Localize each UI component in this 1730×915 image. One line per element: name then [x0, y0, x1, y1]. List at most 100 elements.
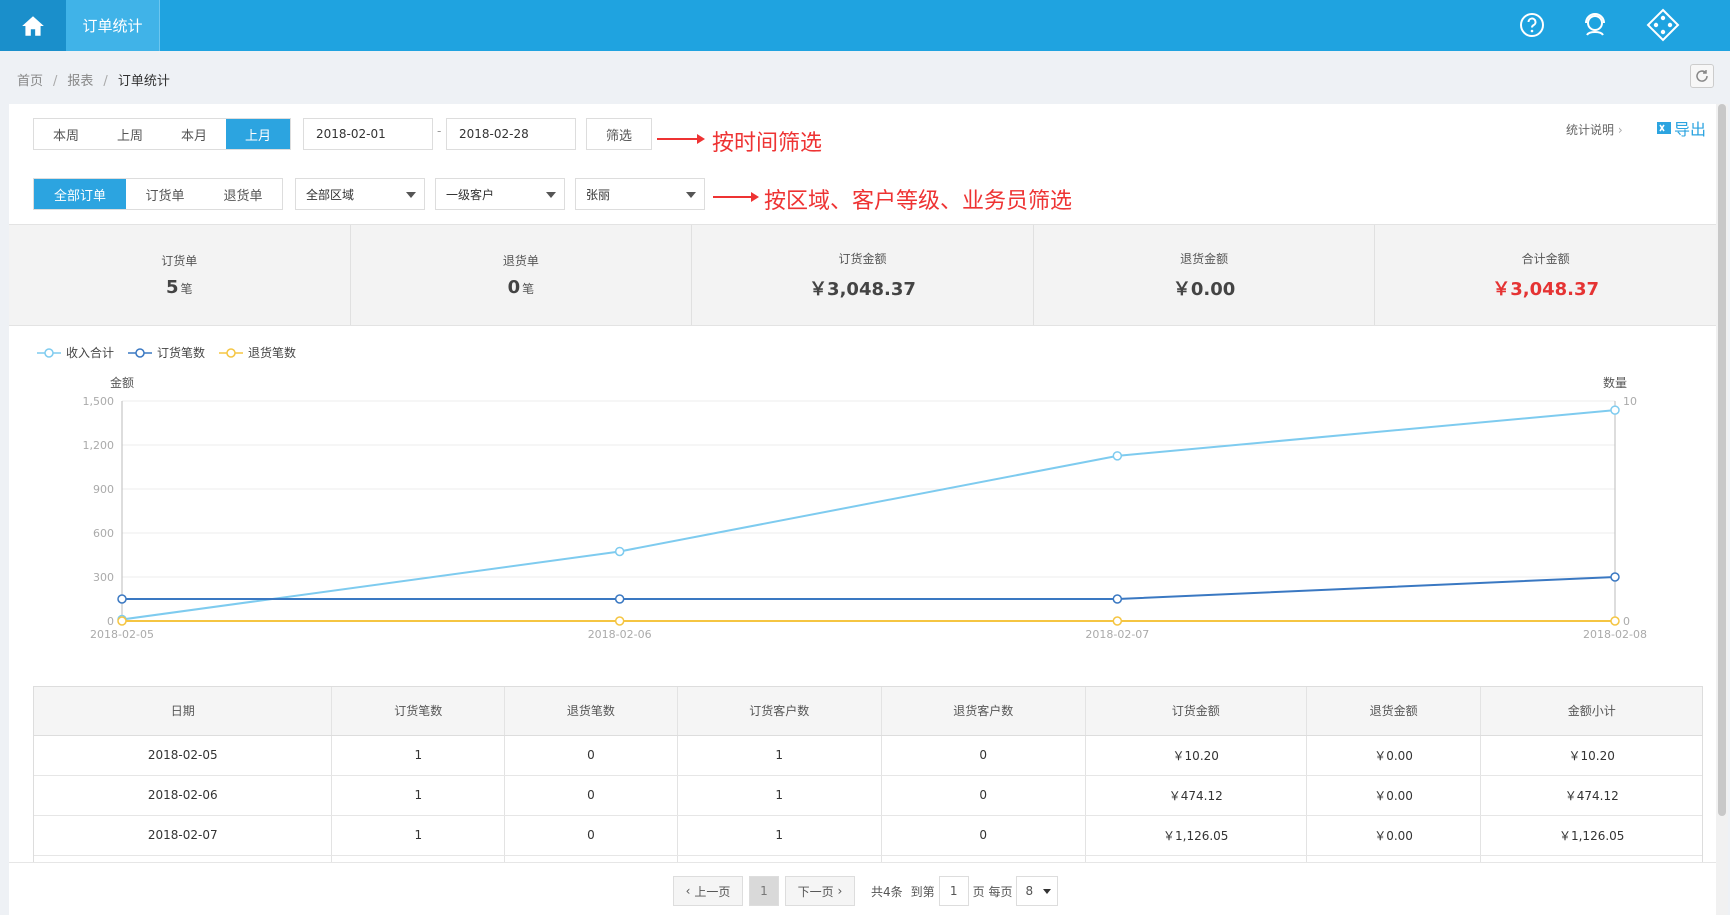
customer-level-select[interactable]: 一级客户 [435, 178, 565, 210]
tab-this-month[interactable]: 本月 [162, 119, 226, 149]
summary-total-amount: 合计金额 ￥3,048.37 [1375, 225, 1716, 325]
table-cell [677, 855, 882, 862]
table-cell: 1 [331, 735, 506, 776]
y-tick-label: 300 [93, 571, 114, 584]
table-cell: 0 [881, 815, 1086, 856]
start-date-input[interactable]: 2018-02-01 [303, 118, 433, 150]
data-point [117, 616, 127, 626]
summary-label: 订货单 [161, 254, 198, 268]
x-tick-label: 2018-02-05 [90, 628, 154, 641]
tab-this-week[interactable]: 本周 [34, 119, 98, 149]
tab-purchase-orders[interactable]: 订货单 [126, 179, 204, 209]
summary-value: ￥0.00 [1172, 278, 1236, 300]
prev-page-button[interactable]: ‹ 上一页 [673, 876, 743, 906]
goto-page-input[interactable]: 1 [938, 876, 969, 906]
refresh-button[interactable] [1690, 64, 1714, 88]
end-date-input[interactable]: 2018-02-28 [446, 118, 576, 150]
statistics-help-link[interactable]: 统计说明 › [1566, 121, 1623, 138]
table-cell [881, 855, 1086, 862]
legend-item[interactable]: 订货笔数 [128, 344, 205, 361]
breadcrumb-current: 订单统计 [117, 74, 170, 89]
scrollbar-thumb[interactable] [1718, 104, 1726, 816]
apps-button[interactable] [1645, 7, 1681, 43]
table-cell: ￥0.00 [1306, 735, 1482, 776]
y2-tick-label: 10 [1623, 395, 1637, 408]
goto-suffix: 页 每页 [972, 884, 1013, 899]
table-cell: 1 [677, 775, 882, 816]
prev-page-label: 上一页 [694, 884, 731, 899]
annotation-arrow [657, 134, 705, 144]
data-point [614, 616, 625, 626]
column-header: 订货笔数 [331, 687, 506, 736]
table-row [34, 855, 1702, 862]
annotation-region-filter: 按区域、客户等级、业务员筛选 [764, 189, 1073, 214]
table-cell: ￥10.20 [1085, 735, 1307, 776]
chevron-right-icon: › [837, 884, 843, 898]
top-navigation-bar: 订单统计 [0, 0, 1730, 51]
chevron-right-icon: › [1617, 123, 1623, 137]
table-cell: ￥10.20 [1480, 735, 1702, 776]
chevron-down-icon [406, 192, 416, 198]
column-header: 退货笔数 [504, 687, 678, 736]
daily-stats-table: 日期 订货笔数 退货笔数 订货客户数 退货客户数 订货金额 退货金额 金额小计 2018-02… [33, 686, 1703, 862]
x-tick-label: 2018-02-06 [588, 628, 652, 641]
page-button-current[interactable]: 1 [749, 876, 779, 906]
tab-last-week[interactable]: 上周 [98, 119, 162, 149]
annotation-time-filter: 按时间筛选 [712, 131, 823, 156]
summary-value: ￥3,048.37 [809, 278, 916, 300]
table-cell: ￥1,126.05 [1085, 815, 1307, 856]
customer-service-button[interactable] [1580, 10, 1610, 40]
excel-icon [1657, 122, 1671, 134]
table-cell: 0 [881, 735, 1086, 776]
period-tabs: 本周 上周 本月 上月 [33, 118, 291, 150]
table-cell [331, 855, 506, 862]
table-cell: 2018-02-06 [34, 775, 333, 816]
table-cell: 1 [677, 815, 882, 856]
column-header: 订货客户数 [677, 687, 882, 736]
help-icon [1520, 13, 1544, 37]
table-cell [34, 855, 333, 862]
breadcrumb-reports[interactable]: 报表 [67, 74, 93, 89]
summary-return-amount: 退货金额 ￥0.00 [1034, 225, 1376, 325]
salesman-select[interactable]: 张丽 [575, 178, 705, 210]
chart-legend: 收入合计 订货笔数 退货笔数 [37, 344, 296, 361]
table-cell: ￥474.12 [1085, 775, 1307, 816]
summary-return-count: 退货单 0笔 [351, 225, 693, 325]
region-select-value: 全部区域 [306, 187, 355, 202]
table-header-row: 日期 订货笔数 退货笔数 订货客户数 退货客户数 订货金额 退货金额 金额小计 [34, 687, 1702, 736]
chevron-down-icon [686, 192, 696, 198]
chevron-left-icon: ‹ [685, 884, 691, 898]
goto-prefix: 到第 [910, 884, 935, 899]
help-button[interactable] [1517, 10, 1547, 40]
region-select[interactable]: 全部区域 [295, 178, 425, 210]
summary-value: 0笔 [507, 277, 535, 298]
tab-order-statistics[interactable]: 订单统计 [66, 0, 160, 51]
export-button[interactable]: 导出 [1656, 116, 1706, 140]
order-type-tabs: 全部订单 订货单 退货单 [33, 178, 283, 210]
data-point [1610, 616, 1620, 626]
breadcrumb-separator: / [53, 74, 58, 89]
summary-bar: 订货单 5笔 退货单 0笔 订货金额 ￥3,048.37 退货金额 ￥0.00 … [9, 224, 1716, 326]
next-page-button[interactable]: 下一页 › [785, 876, 855, 906]
data-point [1610, 405, 1620, 415]
legend-item[interactable]: 退货笔数 [219, 344, 296, 361]
table-cell [1480, 855, 1702, 862]
column-header: 退货客户数 [881, 687, 1086, 736]
total-count: 共4条 [871, 884, 903, 899]
data-point [1112, 451, 1123, 461]
vertical-scrollbar[interactable] [1716, 104, 1728, 915]
table-cell: 2018-02-05 [34, 735, 333, 776]
data-point [117, 594, 127, 604]
series-line [121, 409, 1616, 621]
pagination: ‹ 上一页 1 下一页 › 共4条 到第 1 页 每页 8 [673, 876, 1059, 906]
statistics-help-label: 统计说明 [1566, 123, 1615, 137]
filter-button[interactable]: 筛选 [586, 118, 652, 150]
app-grid-icon [1646, 8, 1680, 42]
legend-item[interactable]: 收入合计 [37, 344, 114, 361]
tab-all-orders[interactable]: 全部订单 [34, 179, 126, 209]
page-size-select[interactable]: 8 [1016, 876, 1059, 906]
home-button[interactable] [0, 0, 66, 51]
breadcrumb-home[interactable]: 首页 [17, 74, 43, 89]
tab-last-month[interactable]: 上月 [226, 119, 290, 149]
tab-return-orders[interactable]: 退货单 [204, 179, 282, 209]
